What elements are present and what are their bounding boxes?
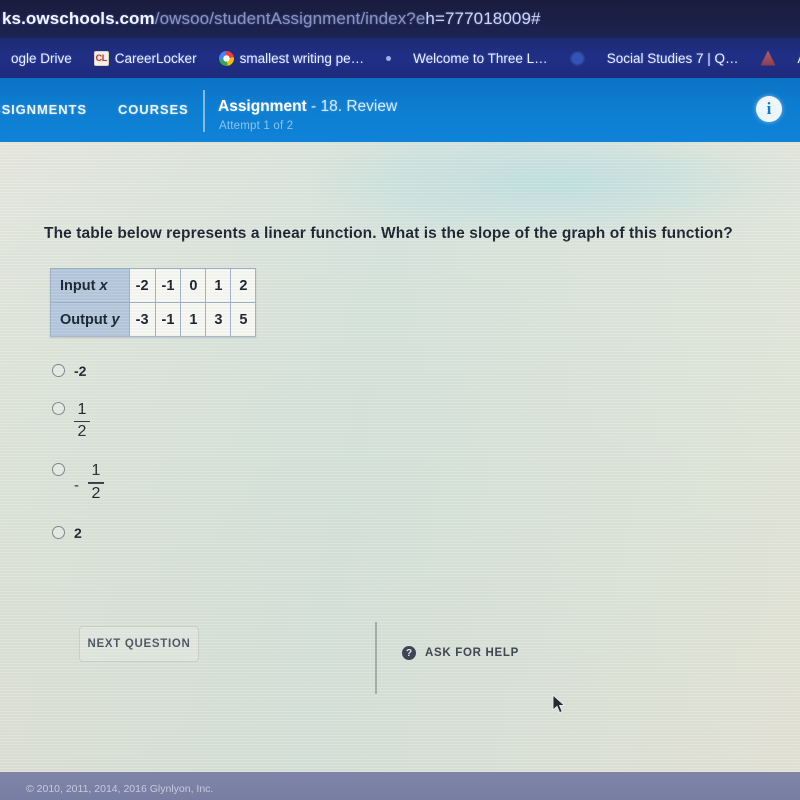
table-cell: -3 [128,302,156,337]
nav-item-assignments[interactable]: SSIGNMENTS [0,102,87,117]
row-header-text: Input [60,277,100,294]
fraction-denominator: 2 [91,484,101,502]
radio-button-a[interactable] [52,364,65,377]
fraction-bar [88,481,104,484]
table-cell: -1 [154,268,182,303]
question-text: The table below represents a linear func… [44,225,733,242]
function-table: Input x -2 -1 0 1 2 Output y -3 -1 1 3 5 [50,268,257,337]
table-row: Input x -2 -1 0 1 2 [50,268,257,303]
question-mark-icon: ? [402,646,416,660]
assignment-title: Assignment - 18. Review [218,98,397,116]
answer-option-d[interactable]: 2 [52,526,104,540]
bookmark-label: smallest writing pe… [239,50,365,66]
table-cell: 0 [180,268,207,303]
table-row: Output y -3 -1 1 3 5 [50,302,257,337]
browser-url-bar[interactable]: ks.owschools.com/owsoo/studentAssignment… [0,0,800,38]
bookmarks-bar[interactable]: ogle Drive CL CareerLocker smallest writ… [0,38,800,78]
dot-icon [386,55,392,61]
bookmark-blue-icon[interactable] [559,38,596,78]
row-header-variable: x [99,277,108,294]
radio-button-d[interactable] [52,526,65,540]
mouse-cursor-icon [552,694,566,714]
answer-option-b-label: 1 2 [74,401,90,441]
assignment-name: - 18. Review [311,98,398,115]
blue-circle-icon [569,50,585,66]
actions-divider [375,622,377,694]
next-question-button[interactable]: NEXT QUESTION [79,626,199,662]
answer-option-a-label: -2 [74,363,87,379]
row-header-input: Input x [50,268,130,303]
table-cell: 3 [205,302,232,337]
table-cell: 1 [205,268,232,303]
copyright-text: © 2010, 2011, 2014, 2016 Glynlyon, Inc. [26,783,214,795]
bookmark-red-icon[interactable] [750,38,787,78]
bookmark-smallest-writing[interactable]: smallest writing pe… [208,38,376,78]
bookmark-divider-dot[interactable] [375,38,402,78]
row-header-variable: y [111,311,120,328]
row-header-output: Output y [50,302,130,337]
assignment-page: The table below represents a linear func… [0,142,800,772]
table-cell: -1 [154,302,182,337]
info-icon[interactable]: i [756,96,782,122]
bookmark-careerlocker[interactable]: CL CareerLocker [83,38,208,78]
careerlocker-icon: CL [93,50,109,66]
bookmark-label: ogle Drive [11,50,72,66]
row-header-text: Output [60,311,112,328]
page-footer: © 2010, 2011, 2014, 2016 Glynlyon, Inc. [0,772,800,800]
radio-button-c[interactable] [52,463,65,477]
bookmark-label: Welcome to Three L… [413,50,548,66]
answer-option-c-label: 1 2 [88,462,104,502]
nav-item-courses[interactable]: COURSES [118,102,189,117]
url-text[interactable]: ks.owschools.com/owsoo/studentAssignment… [2,9,541,29]
answer-option-b[interactable]: 1 2 [52,401,104,441]
fraction-denominator: 2 [77,423,87,441]
ask-for-help-label: ASK FOR HELP [425,647,520,659]
radio-button-b[interactable] [52,402,65,415]
bookmark-al[interactable]: AL [787,38,800,78]
url-domain: ks.owschools.com [2,9,155,28]
red-triangle-icon [760,50,776,66]
bookmark-label: Social Studies 7 | Q… [606,50,739,66]
fraction-bar [74,420,90,423]
answer-option-d-label: 2 [74,525,82,542]
fraction-numerator: 1 [77,401,87,418]
nav-divider [203,90,205,132]
table-cell: 2 [230,268,257,303]
answer-option-a[interactable]: -2 [52,364,104,378]
table-cell: -2 [128,268,156,303]
fraction-numerator: 1 [91,462,101,480]
bookmark-label: CareerLocker [114,50,197,66]
answer-option-c[interactable]: - 1 2 [52,462,104,502]
answer-options: -2 1 2 - 1 2 2 [52,364,104,542]
app-top-nav: SSIGNMENTS COURSES Assignment - 18. Revi… [0,78,800,142]
fraction-sign: - [74,477,79,495]
assignment-label: Assignment [218,98,307,115]
bookmark-google-drive[interactable]: ogle Drive [0,38,83,78]
bookmark-social-studies[interactable]: Social Studies 7 | Q… [596,38,750,78]
url-query: h=777018009# [425,9,541,28]
google-icon [218,50,234,66]
ask-for-help-button[interactable]: ? ASK FOR HELP [402,646,519,660]
bookmark-welcome-to-three-l[interactable]: Welcome to Three L… [402,38,559,78]
attempt-status: Attempt 1 of 2 [219,120,294,132]
browser-screenshot: ks.owschools.com/owsoo/studentAssignment… [0,0,800,800]
table-cell: 5 [230,302,257,337]
url-path: /owsoo/studentAssignment/index?e [154,9,426,28]
table-cell: 1 [180,302,207,337]
